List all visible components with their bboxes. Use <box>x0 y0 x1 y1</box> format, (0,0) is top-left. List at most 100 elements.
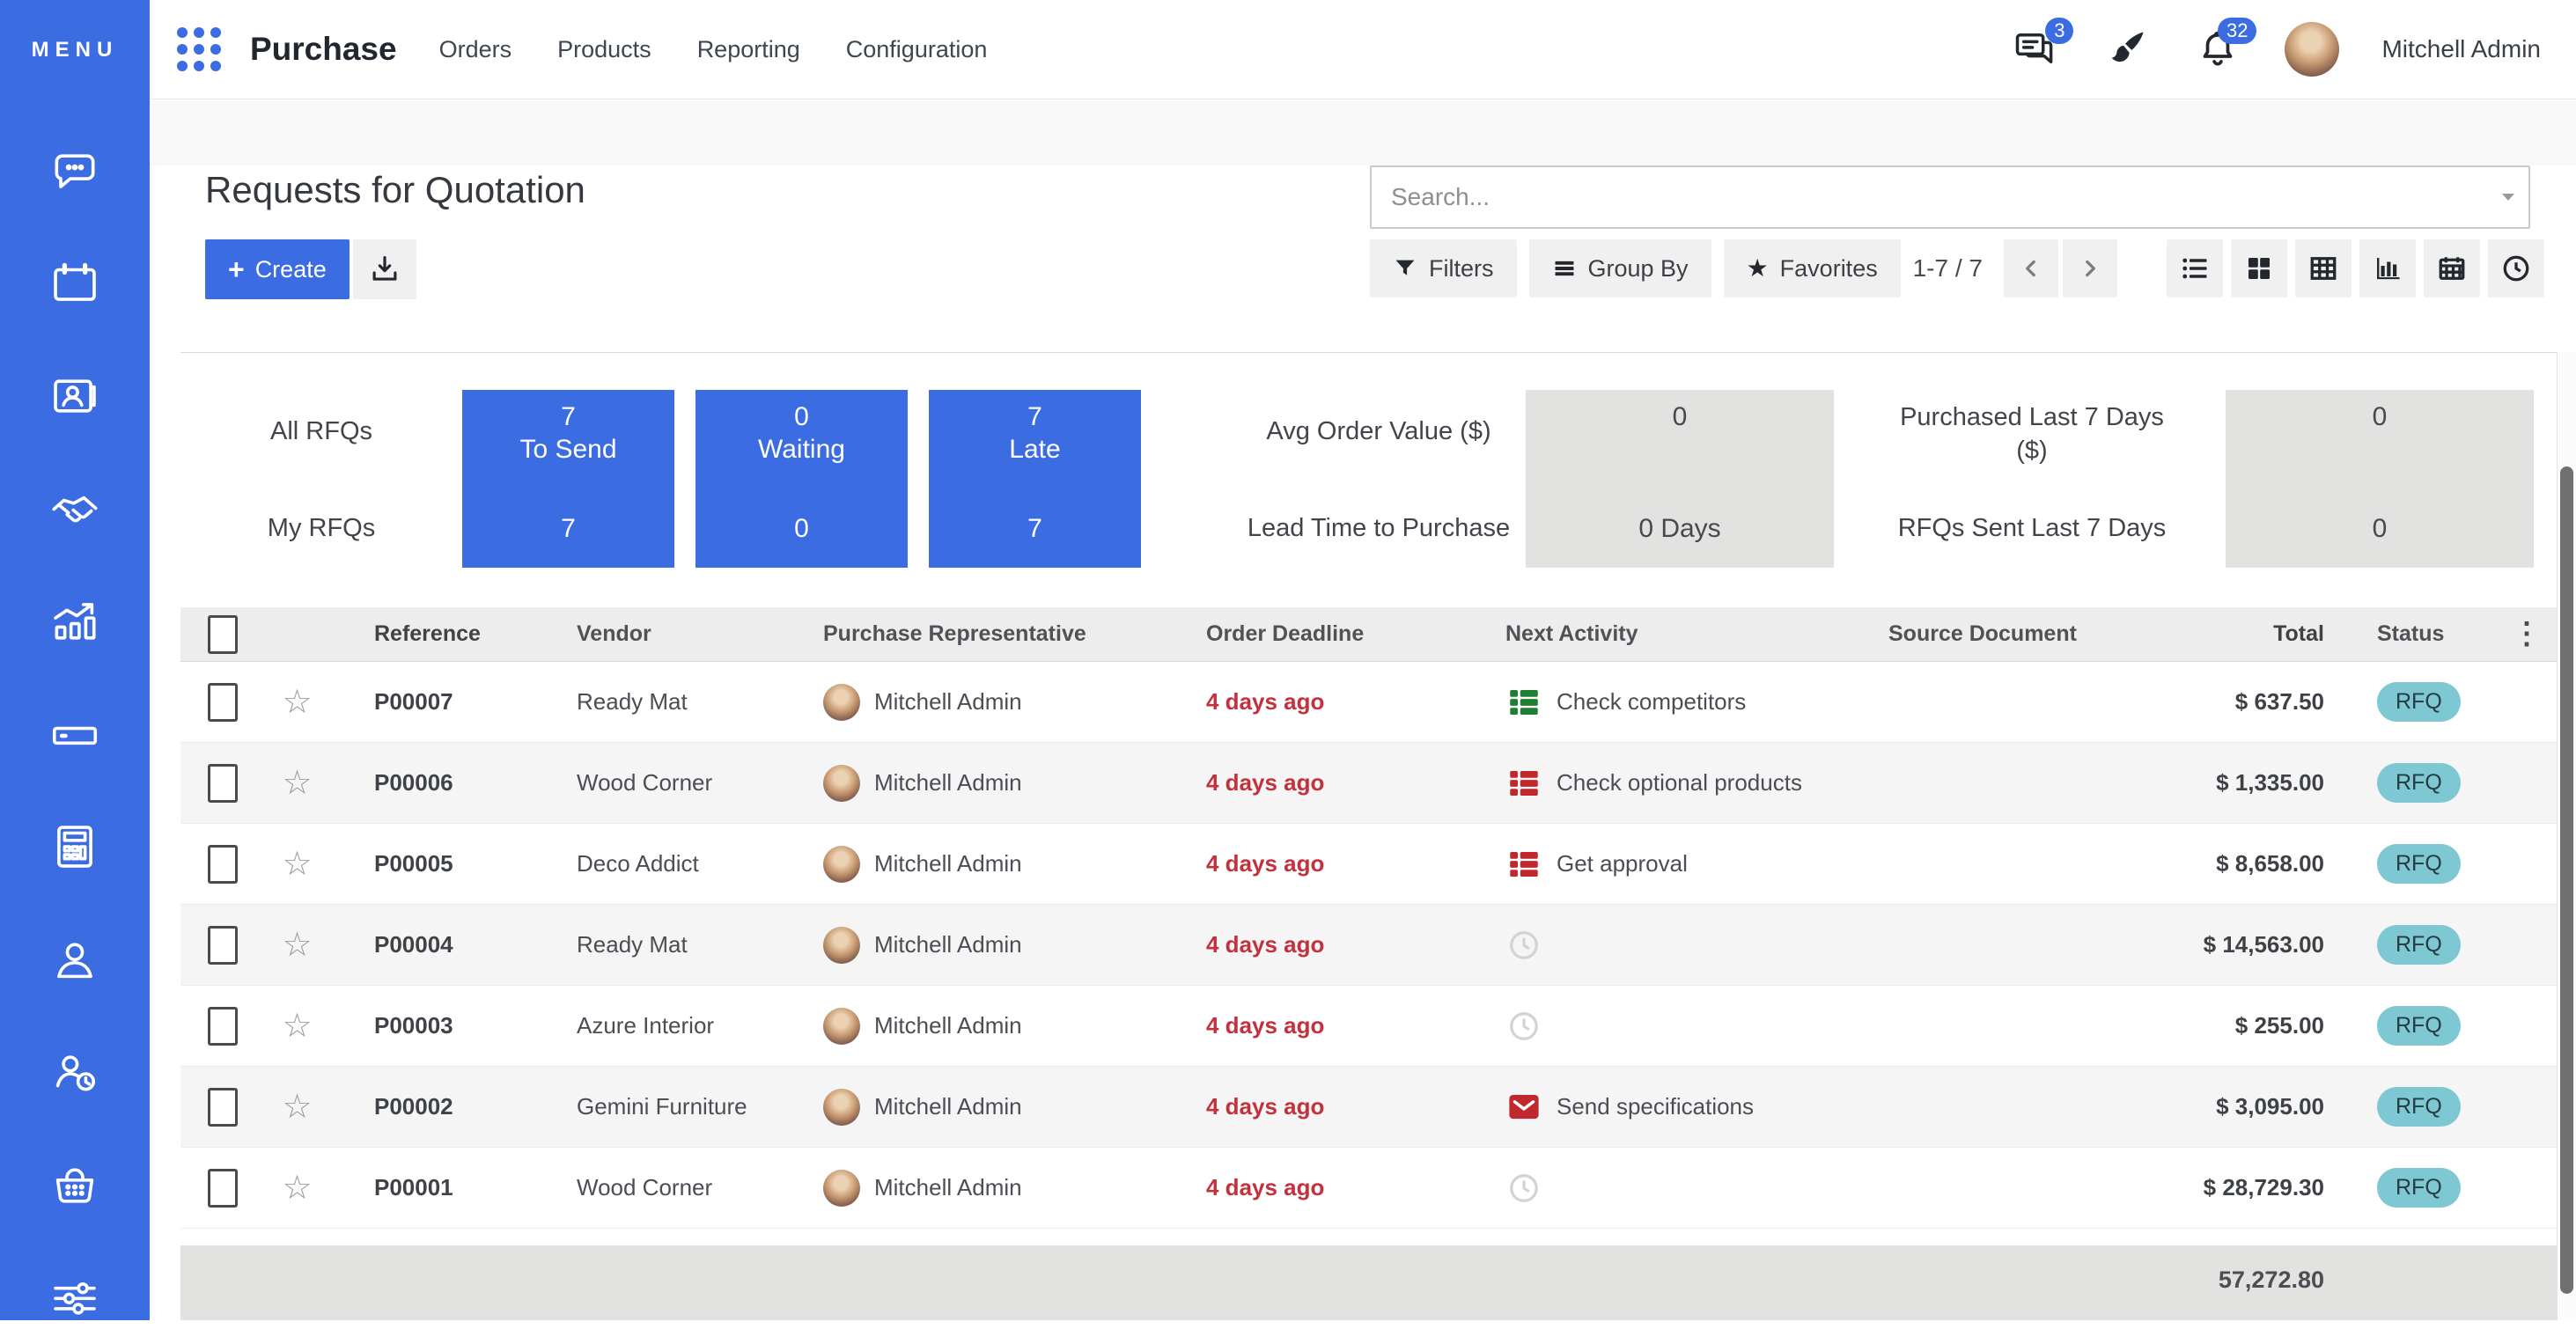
tile-to-send[interactable]: 7To Send 7 <box>462 390 674 568</box>
attendances-icon[interactable] <box>48 1045 102 1099</box>
row-checkbox[interactable] <box>180 1007 264 1046</box>
messages-icon[interactable]: 3 <box>2010 25 2059 74</box>
row-reference[interactable]: P00004 <box>330 931 550 958</box>
row-checkbox[interactable] <box>180 926 264 965</box>
all-rfqs-label[interactable]: All RFQs <box>180 415 462 448</box>
header-reference[interactable]: Reference <box>330 621 550 647</box>
scrollbar-thumb[interactable] <box>2560 466 2573 1294</box>
row-reference[interactable]: P00003 <box>330 1012 550 1039</box>
nav-item-reporting[interactable]: Reporting <box>697 36 800 63</box>
export-button[interactable] <box>353 239 416 299</box>
employees-icon[interactable] <box>48 932 102 987</box>
point-of-sale-icon[interactable] <box>48 707 102 761</box>
pager-previous-button[interactable] <box>2004 239 2058 297</box>
row-next-activity[interactable] <box>1479 1171 1862 1205</box>
table-row[interactable]: ☆ P00003 Azure Interior Mitchell Admin 4… <box>180 986 2558 1067</box>
pager-next-button[interactable] <box>2063 239 2117 297</box>
purchase-icon[interactable] <box>48 1157 102 1212</box>
table-row[interactable]: ☆ P00007 Ready Mat Mitchell Admin 4 days… <box>180 662 2558 743</box>
favorite-star-icon[interactable]: ☆ <box>264 929 330 962</box>
select-all-checkbox[interactable] <box>180 615 264 654</box>
favorites-button[interactable]: ★ Favorites <box>1724 239 1901 297</box>
sales-icon[interactable] <box>48 594 102 649</box>
row-checkbox[interactable] <box>180 1169 264 1208</box>
notifications-bell-icon[interactable]: 32 <box>2193 25 2242 74</box>
row-checkbox[interactable] <box>180 764 264 803</box>
table-row[interactable]: ☆ P00002 Gemini Furniture Mitchell Admin… <box>180 1067 2558 1148</box>
favorite-star-icon[interactable]: ☆ <box>264 686 330 719</box>
header-deadline[interactable]: Order Deadline <box>1180 621 1479 647</box>
header-representative[interactable]: Purchase Representative <box>797 621 1180 647</box>
row-reference[interactable]: P00006 <box>330 769 550 797</box>
activity-clock-icon <box>2500 253 2532 284</box>
tile-late[interactable]: 7Late 7 <box>929 390 1141 568</box>
row-reference[interactable]: P00007 <box>330 688 550 716</box>
favorite-star-icon[interactable]: ☆ <box>264 767 330 800</box>
row-next-activity[interactable]: Get approval <box>1479 846 1862 883</box>
row-checkbox[interactable] <box>180 1088 264 1127</box>
nav-item-configuration[interactable]: Configuration <box>846 36 988 63</box>
row-checkbox[interactable] <box>180 683 264 722</box>
row-checkbox[interactable] <box>180 845 264 884</box>
favorite-star-icon[interactable]: ☆ <box>264 1090 330 1124</box>
header-total[interactable]: Total <box>2126 621 2346 647</box>
table-row[interactable]: ☆ P00001 Wood Corner Mitchell Admin 4 da… <box>180 1148 2558 1229</box>
accounting-icon[interactable] <box>48 819 102 874</box>
apps-grid-icon[interactable] <box>176 26 222 72</box>
activity-view-button[interactable] <box>2488 239 2544 297</box>
favorite-star-icon[interactable]: ☆ <box>264 1171 330 1205</box>
table-row[interactable]: ☆ P00006 Wood Corner Mitchell Admin 4 da… <box>180 743 2558 824</box>
header-next-activity[interactable]: Next Activity <box>1479 621 1862 647</box>
nav-item-orders[interactable]: Orders <box>439 36 512 63</box>
kanban-view-button[interactable] <box>2231 239 2287 297</box>
my-rfqs-label[interactable]: My RFQs <box>180 511 462 545</box>
app-brand-title[interactable]: Purchase <box>250 31 397 68</box>
optional-columns-kebab-icon[interactable]: ⋮ <box>2496 625 2558 643</box>
studio-brush-icon[interactable] <box>2101 25 2151 74</box>
header-source-document[interactable]: Source Document <box>1862 621 2126 647</box>
representative-avatar <box>823 927 860 964</box>
row-order-deadline: 4 days ago <box>1180 1174 1479 1201</box>
nav-item-products[interactable]: Products <box>557 36 651 63</box>
row-representative: Mitchell Admin <box>797 684 1180 721</box>
user-name[interactable]: Mitchell Admin <box>2381 35 2541 63</box>
user-avatar[interactable] <box>2285 22 2339 77</box>
create-button[interactable]: + Create <box>205 239 350 299</box>
calendar-view-button[interactable] <box>2424 239 2480 297</box>
search-bar <box>1370 165 2530 229</box>
crm-icon[interactable] <box>48 481 102 536</box>
kanban-view-icon <box>2243 253 2275 284</box>
search-input[interactable] <box>1372 167 2502 227</box>
activity-clock-icon <box>1505 1171 1542 1205</box>
group-by-button[interactable]: Group By <box>1529 239 1711 297</box>
header-vendor[interactable]: Vendor <box>550 621 797 647</box>
favorite-star-icon[interactable]: ☆ <box>264 848 330 881</box>
favorite-star-icon[interactable]: ☆ <box>264 1010 330 1043</box>
row-next-activity[interactable]: Send specifications <box>1479 1089 1862 1126</box>
vertical-scrollbar[interactable] <box>2557 352 2576 1320</box>
discuss-icon[interactable] <box>48 143 102 198</box>
graph-view-button[interactable] <box>2359 239 2416 297</box>
tile-waiting[interactable]: 0Waiting 0 <box>696 390 908 568</box>
menu-label[interactable]: MENU <box>0 0 150 99</box>
settings-sliders-icon[interactable] <box>48 1270 102 1325</box>
row-next-activity[interactable] <box>1479 929 1862 962</box>
row-next-activity[interactable]: Check competitors <box>1479 684 1862 721</box>
row-representative: Mitchell Admin <box>797 1170 1180 1207</box>
row-reference[interactable]: P00001 <box>330 1174 550 1201</box>
list-view-button[interactable] <box>2167 239 2223 297</box>
contacts-icon[interactable] <box>48 369 102 423</box>
pivot-view-button[interactable] <box>2295 239 2352 297</box>
table-row[interactable]: ☆ P00004 Ready Mat Mitchell Admin 4 days… <box>180 905 2558 986</box>
row-next-activity[interactable] <box>1479 1010 1862 1043</box>
search-dropdown-caret[interactable] <box>2502 194 2514 201</box>
row-reference[interactable]: P00002 <box>330 1093 550 1120</box>
calendar-icon[interactable] <box>48 256 102 311</box>
header-status[interactable]: Status <box>2346 621 2496 647</box>
table-row[interactable]: ☆ P00005 Deco Addict Mitchell Admin 4 da… <box>180 824 2558 905</box>
row-reference[interactable]: P00005 <box>330 850 550 877</box>
row-total: $ 1,335.00 <box>2126 769 2346 797</box>
row-next-activity[interactable]: Check optional products <box>1479 765 1862 802</box>
calendar-view-icon <box>2436 253 2468 284</box>
filters-button[interactable]: Filters <box>1370 239 1517 297</box>
